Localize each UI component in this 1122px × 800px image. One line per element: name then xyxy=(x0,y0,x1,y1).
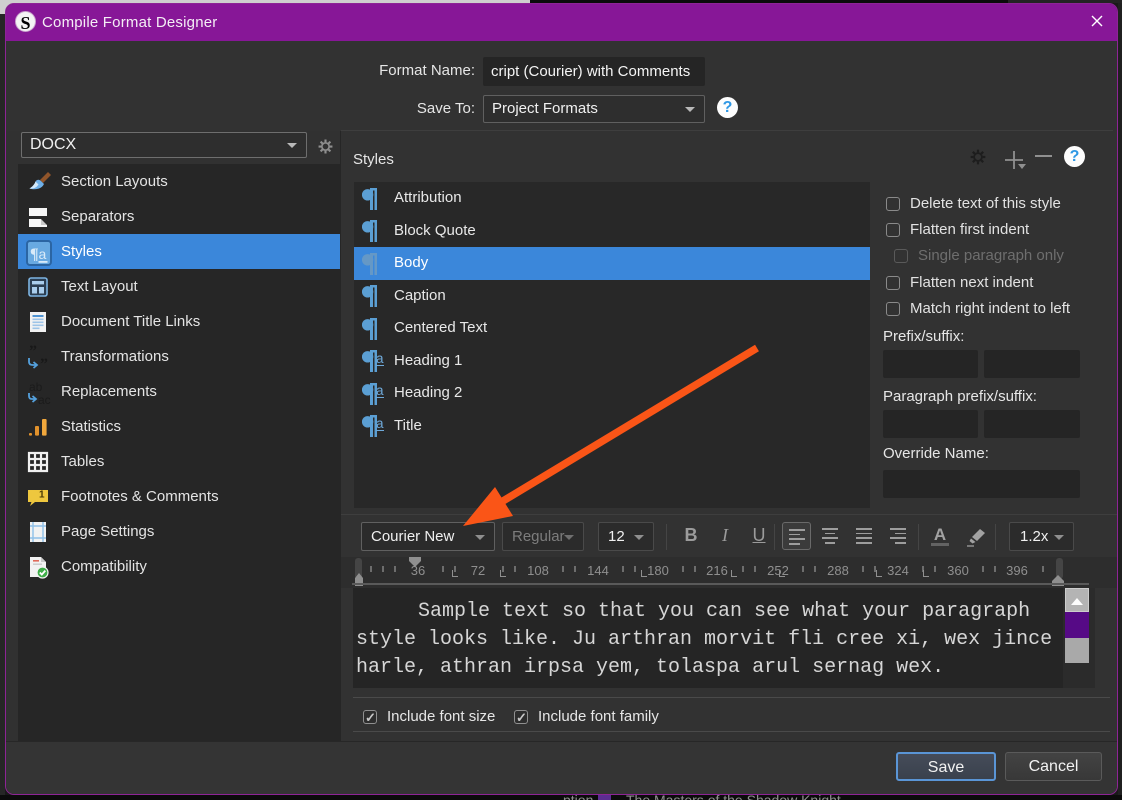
svg-text:¶: ¶ xyxy=(30,246,39,263)
svg-text:ac: ac xyxy=(38,393,51,406)
svg-text:ab: ab xyxy=(29,380,43,394)
svg-text:a: a xyxy=(39,246,47,262)
svg-text:”: ” xyxy=(40,356,48,371)
svg-text:1: 1 xyxy=(39,489,45,500)
svg-text:”: ” xyxy=(29,345,37,360)
